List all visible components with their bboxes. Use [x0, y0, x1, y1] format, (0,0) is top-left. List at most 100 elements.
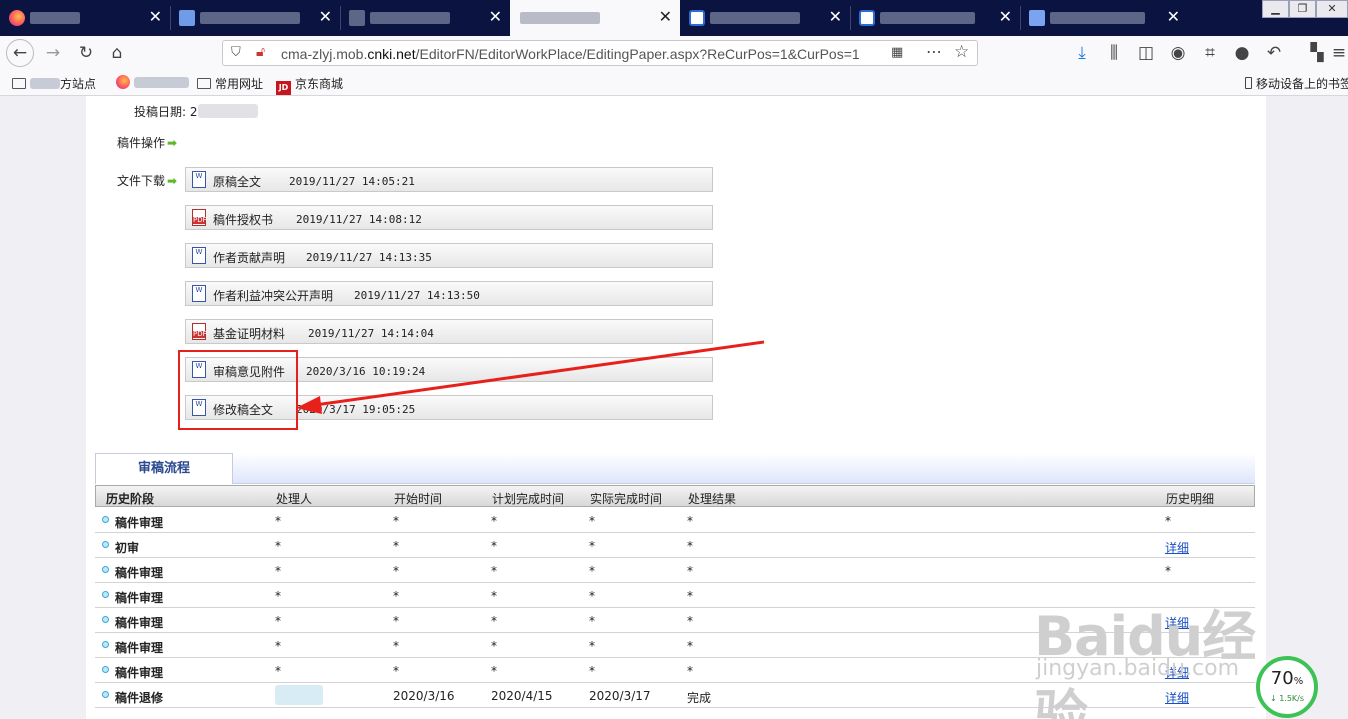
word-doc-icon: W [192, 171, 206, 188]
plan-cell: * [491, 664, 497, 678]
baidu-paw-icon [689, 10, 705, 26]
table-header: 历史阶段 处理人 开始时间 计划完成时间 实际完成时间 处理结果 历史明细 [95, 485, 1255, 507]
close-icon[interactable]: ✕ [659, 7, 672, 26]
detail-cell: * [1165, 514, 1171, 528]
close-icon[interactable]: ✕ [489, 7, 502, 26]
plan-cell: * [491, 589, 497, 603]
url-text[interactable]: cma-zlyj.mob.cnki.net/EditorFN/EditorWor… [281, 46, 871, 62]
close-icon[interactable]: ✕ [1167, 7, 1180, 26]
shield-icon[interactable]: ⛉ [231, 45, 241, 60]
browser-tab[interactable]: ✕ [680, 0, 850, 36]
bullet-icon [102, 591, 109, 598]
plan-cell: * [491, 564, 497, 578]
forward-icon[interactable]: → [40, 41, 66, 65]
green-arrow-icon: ➡ [167, 174, 178, 188]
browser-tab[interactable]: ✕ [1020, 0, 1188, 36]
redacted-handler [275, 685, 323, 705]
plan-cell: * [491, 514, 497, 528]
browser-tab[interactable]: ✕ [340, 0, 510, 36]
stage-cell: 稿件审理 [115, 566, 164, 580]
undo-icon[interactable]: ↶ [1261, 41, 1287, 65]
reload-icon[interactable]: ↻ [73, 41, 99, 65]
result-cell: * [687, 589, 693, 603]
file-download-authorization[interactable]: PDF 稿件授权书 2019/11/27 14:08:12 [185, 205, 713, 230]
actual-cell: * [589, 514, 595, 528]
browser-tab-active[interactable]: ✕ [510, 0, 680, 36]
bullet-icon [102, 691, 109, 698]
actual-cell: * [589, 639, 595, 653]
plan-cell: * [491, 639, 497, 653]
bookmark-firefox[interactable] [116, 75, 189, 90]
close-icon[interactable]: ✕ [829, 7, 842, 26]
insecure-lock-icon[interactable]: 🔓︎ [256, 44, 265, 60]
more-actions-icon[interactable]: ⋯ [926, 42, 942, 61]
browser-tab[interactable]: ✕ [0, 0, 170, 36]
screenshot-icon[interactable]: ⌗ [1197, 41, 1223, 65]
bullet-icon [102, 541, 109, 548]
browser-tab[interactable]: ✕ [170, 0, 340, 36]
detail-link[interactable]: 详细 [1165, 539, 1189, 556]
page-icon [349, 10, 365, 26]
green-arrow-icon: ➡ [167, 136, 178, 150]
baidu-watermark-url: jingyan.baidu.com [1036, 656, 1240, 681]
firefox-icon [116, 75, 130, 89]
stage-cell: 稿件退修 [115, 691, 164, 705]
tab-title [710, 12, 800, 24]
library-icon[interactable]: ⫼ [1101, 41, 1127, 65]
bookmark-folder[interactable]: 方站点 [12, 75, 96, 92]
actual-cell: * [589, 614, 595, 628]
menu-icon[interactable]: ≡ [1330, 41, 1348, 65]
handler-cell: * [275, 589, 281, 603]
table-row: 稿件审理 * * * * * * [95, 508, 1255, 533]
bookmark-star-icon[interactable]: ☆ [954, 42, 969, 62]
result-cell: * [687, 564, 693, 578]
actual-cell: * [589, 539, 595, 553]
result-cell: * [687, 614, 693, 628]
start-cell: * [393, 614, 399, 628]
restore-button[interactable]: ❐ [1289, 0, 1316, 18]
start-cell: * [393, 564, 399, 578]
tab-title [520, 12, 600, 24]
plan-cell: * [491, 539, 497, 553]
back-icon[interactable]: ← [6, 39, 34, 67]
handler-cell: * [275, 539, 281, 553]
tab-title [1050, 12, 1145, 24]
process-header: 审稿流程 [95, 453, 1255, 484]
home-icon[interactable]: ⌂ [104, 41, 130, 65]
bookmarks-bar: 方站点 常用网址 JD 京东商城 移动设备上的书签 [0, 70, 1348, 96]
mobile-bookmarks[interactable]: 移动设备上的书签 [1245, 75, 1348, 92]
bullet-icon [102, 641, 109, 648]
actual-cell: 2020/3/17 [589, 689, 651, 703]
firefox-icon [9, 10, 25, 26]
phone-icon [1245, 77, 1252, 89]
close-icon[interactable]: ✕ [999, 7, 1012, 26]
file-download-conflict[interactable]: W 作者利益冲突公开声明 2019/11/27 14:13:50 [185, 281, 713, 306]
bullet-icon [102, 616, 109, 623]
file-download-original[interactable]: W 原稿全文 2019/11/27 14:05:21 [185, 167, 713, 192]
submit-date-label: 投稿日期: 2 [134, 103, 258, 120]
bookmark-jd[interactable]: JD 京东商城 [276, 75, 343, 95]
bookmark-common-sites[interactable]: 常用网址 [197, 75, 263, 92]
tab-title [200, 12, 300, 24]
account-icon[interactable]: ◉ [1165, 41, 1191, 65]
chat-icon[interactable]: ● [1229, 41, 1255, 65]
qr-code-icon[interactable]: ▦ [891, 45, 903, 60]
url-bar[interactable]: ⛉ 🔓︎ cma-zlyj.mob.cnki.net/EditorFN/Edit… [222, 40, 978, 66]
minimize-button[interactable]: ▁ [1262, 0, 1289, 18]
network-speed-widget[interactable]: 70% ↓ 1.5K/s [1256, 656, 1318, 718]
close-icon[interactable]: ✕ [149, 7, 162, 26]
close-window-button[interactable]: ✕ [1316, 0, 1348, 18]
download-icon[interactable]: ⤓ [1069, 41, 1095, 65]
tab-review-process[interactable]: 审稿流程 [95, 453, 233, 484]
file-download-contribution[interactable]: W 作者贡献声明 2019/11/27 14:13:35 [185, 243, 713, 268]
handler-cell: * [275, 664, 281, 678]
browser-tab[interactable]: ✕ [850, 0, 1020, 36]
handler-cell: * [275, 639, 281, 653]
result-cell: * [687, 514, 693, 528]
sidebar-icon[interactable]: ◫ [1133, 41, 1159, 65]
page-icon [179, 10, 195, 26]
start-cell: * [393, 589, 399, 603]
close-icon[interactable]: ✕ [319, 7, 332, 26]
annotation-arrow [296, 340, 765, 414]
extensions-icon[interactable]: ▚ [1304, 41, 1330, 65]
